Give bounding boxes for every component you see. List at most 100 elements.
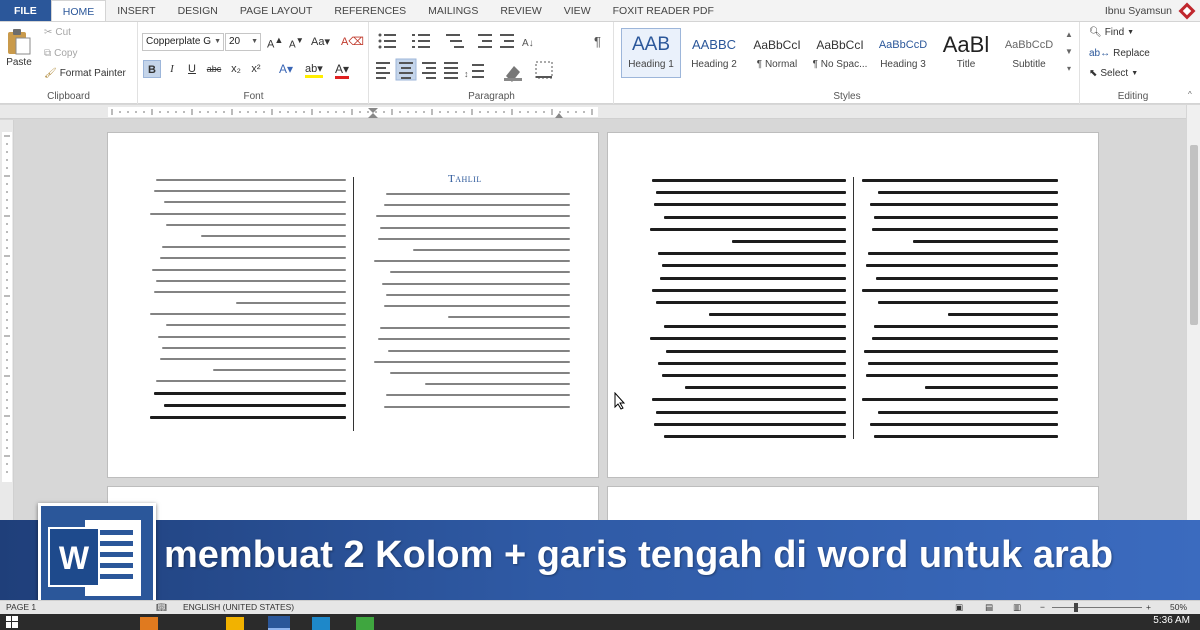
text-line: [865, 374, 1058, 377]
taskbar-app-icon[interactable]: [356, 617, 374, 630]
cut-label: Cut: [55, 27, 71, 38]
chevron-down-icon[interactable]: ▼: [1065, 47, 1073, 56]
column-divider-line: [853, 177, 854, 439]
tab-review[interactable]: REVIEW: [489, 0, 552, 21]
font-family-select[interactable]: Copperplate G ▼: [142, 33, 224, 51]
tab-design[interactable]: DESIGN: [167, 0, 229, 21]
style-title[interactable]: AaBl Title: [936, 28, 996, 78]
style-no-spacing[interactable]: AaBbCcI ¶ No Spac...: [810, 28, 870, 78]
underline-button[interactable]: U: [183, 60, 201, 78]
page-indicator[interactable]: PAGE 1: [6, 602, 36, 612]
shading-icon[interactable]: [504, 66, 522, 82]
italic-button[interactable]: I: [163, 60, 181, 78]
text-column-right[interactable]: [862, 179, 1058, 441]
style-normal[interactable]: AaBbCcI ¶ Normal: [747, 28, 807, 78]
strikethrough-button[interactable]: abc: [203, 60, 225, 78]
multilevel-list-icon[interactable]: [446, 34, 464, 48]
align-right-icon[interactable]: [422, 62, 436, 79]
document-page-1[interactable]: Tahlil: [107, 132, 599, 478]
style-heading-1[interactable]: AAB Heading 1: [621, 28, 681, 78]
zoom-slider-thumb[interactable]: [1074, 603, 1078, 612]
text-line: [161, 346, 346, 349]
text-column-right[interactable]: [374, 193, 570, 429]
taskbar-app-icon[interactable]: [226, 617, 244, 630]
cut-button[interactable]: ✂ Cut: [44, 27, 71, 38]
replace-button[interactable]: ab↔ Replace: [1089, 48, 1150, 59]
font-size-select[interactable]: 20 ▼: [225, 33, 261, 51]
text-line: [655, 191, 846, 195]
text-line: [385, 193, 570, 195]
language-indicator[interactable]: ENGLISH (UNITED STATES): [183, 602, 294, 612]
read-mode-icon[interactable]: ▣: [955, 602, 963, 613]
tab-view[interactable]: VIEW: [553, 0, 602, 21]
user-name[interactable]: Ibnu Syamsun: [1105, 0, 1172, 22]
styles-group-label: Styles: [833, 91, 861, 102]
taskbar-app-icon[interactable]: [312, 617, 330, 630]
numbering-icon[interactable]: [412, 34, 430, 48]
line-spacing-icon[interactable]: ↕: [464, 64, 484, 79]
tab-mailings[interactable]: MAILINGS: [417, 0, 489, 21]
bullets-icon[interactable]: [378, 33, 397, 49]
superscript-button[interactable]: x²: [247, 60, 265, 78]
tab-foxit-reader-pdf[interactable]: FOXIT READER PDF: [602, 0, 725, 21]
text-line: [153, 391, 346, 395]
paste-button[interactable]: Paste: [6, 28, 32, 68]
styles-scroll[interactable]: ▲ ▼ ▾: [1065, 30, 1073, 73]
align-left-icon[interactable]: [376, 62, 390, 79]
text-line: [383, 304, 570, 307]
svg-text:¶: ¶: [594, 34, 601, 49]
sort-icon[interactable]: A↓: [522, 38, 534, 49]
style-heading-2[interactable]: AABBC Heading 2: [684, 28, 744, 78]
increase-indent-icon[interactable]: [500, 34, 514, 48]
format-painter-button[interactable]: 🖌 Format Painter: [44, 68, 126, 79]
text-column-left[interactable]: [650, 179, 846, 441]
proofing-icon[interactable]: 📖︎: [156, 602, 167, 613]
horizontal-ruler[interactable]: [0, 105, 1200, 119]
style-subtitle[interactable]: AaBbCcD Subtitle: [999, 28, 1059, 78]
font-color-button[interactable]: A▾: [335, 62, 350, 79]
taskbar-app-icon[interactable]: [140, 617, 158, 630]
chevron-up-icon[interactable]: ▲: [1065, 30, 1073, 39]
document-page-2[interactable]: [607, 132, 1099, 478]
tab-references[interactable]: REFERENCES: [323, 0, 417, 21]
more-styles-icon[interactable]: ▾: [1067, 64, 1071, 73]
clear-formatting-button[interactable]: A⌫: [341, 35, 364, 48]
zoom-level[interactable]: 50%: [1170, 602, 1187, 612]
zoom-out-icon[interactable]: −: [1040, 602, 1045, 612]
subscript-button[interactable]: x₂: [227, 60, 245, 78]
chevron-down-icon: ▼: [1131, 70, 1139, 77]
bold-button[interactable]: B: [143, 60, 161, 78]
find-button[interactable]: 🔍︎ Find ▼: [1089, 27, 1134, 38]
change-case-button[interactable]: Aa▾: [311, 35, 330, 48]
highlight-button[interactable]: ab▾: [305, 62, 323, 78]
user-avatar-icon[interactable]: [1178, 2, 1196, 20]
paste-icon: [8, 29, 31, 55]
style-heading-3[interactable]: AaBbCcD Heading 3: [873, 28, 933, 78]
editing-group: 🔍︎ Find ▼ ab↔ Replace ⬉ Select ▼ Editing: [1081, 22, 1185, 104]
zoom-slider[interactable]: [1052, 607, 1142, 608]
zoom-in-icon[interactable]: +: [1146, 602, 1151, 612]
copy-button[interactable]: ⧉ Copy: [44, 48, 78, 59]
tab-home[interactable]: HOME: [50, 0, 107, 21]
decrease-indent-icon[interactable]: [478, 34, 492, 48]
print-layout-icon[interactable]: ▤: [985, 602, 993, 613]
borders-icon[interactable]: [535, 61, 553, 79]
select-button[interactable]: ⬉ Select ▼: [1089, 68, 1138, 79]
tab-file[interactable]: FILE: [0, 0, 51, 21]
text-column-left[interactable]: [150, 179, 346, 429]
tab-insert[interactable]: INSERT: [106, 0, 166, 21]
tab-page-layout[interactable]: PAGE LAYOUT: [229, 0, 324, 21]
justify-icon[interactable]: [444, 62, 458, 79]
windows-start-icon[interactable]: [6, 616, 18, 628]
text-line: [374, 260, 570, 263]
show-formatting-marks-icon[interactable]: ¶: [594, 34, 601, 49]
text-line: [161, 246, 346, 249]
text-effects-button[interactable]: A▾: [279, 62, 293, 76]
taskbar-word-icon[interactable]: [268, 616, 290, 630]
web-layout-icon[interactable]: ▥: [1013, 602, 1021, 613]
shrink-font-button[interactable]: A▼: [289, 35, 304, 50]
taskbar-clock[interactable]: 5:36 AM: [1153, 615, 1190, 626]
scrollbar-thumb[interactable]: [1190, 145, 1198, 325]
grow-font-button[interactable]: A▲: [267, 35, 283, 51]
collapse-ribbon-button[interactable]: ^: [1188, 90, 1192, 99]
